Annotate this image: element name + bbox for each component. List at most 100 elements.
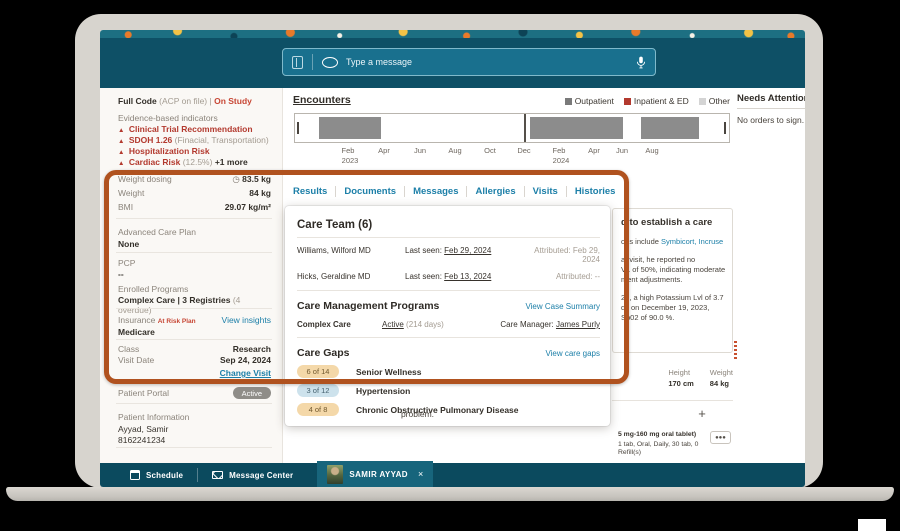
more-indicators-link[interactable]: +1 more — [215, 157, 248, 167]
warning-icon: ▲ — [118, 149, 125, 156]
last-seen-link[interactable]: Feb 29, 2024 — [444, 246, 491, 255]
encounters-title: Encounters — [293, 94, 351, 106]
view-care-gaps-link[interactable]: View care gaps — [545, 349, 600, 358]
weight-dosing-row: Weight dosing ◷ 83.5 kg — [118, 174, 271, 184]
divider — [116, 308, 272, 309]
outpatient-swatch — [564, 97, 572, 105]
incruse-link[interactable]: Incruse — [699, 237, 724, 246]
care-mgmt-row: Complex Care Active (214 days) Care Mana… — [297, 320, 600, 329]
needs-attention-panel: Needs Attention ( No orders to sign. — [737, 93, 805, 125]
care-gap-row[interactable]: 6 of 14 Senior Wellness — [297, 365, 600, 378]
care-team-title: Care Team (6) — [297, 219, 373, 231]
care-overview-card: Care Team (6) Williams, Wilford MD Last … — [285, 206, 610, 426]
app-header — [100, 38, 805, 88]
tab-allergies[interactable]: Allergies — [467, 186, 525, 197]
program-status-link[interactable]: Active — [382, 320, 404, 329]
divider — [116, 339, 272, 340]
summary-line: Sp02 of 90.0 %. — [621, 313, 675, 322]
insurance-value: Medicare — [118, 327, 155, 337]
add-button[interactable]: + — [694, 406, 710, 422]
portal-status-badge: Active — [232, 387, 271, 399]
divider — [312, 54, 313, 70]
at-risk-flag: At Risk Plan — [157, 318, 196, 325]
summary-line: at visit, he reported no — [621, 255, 696, 264]
visit-date-row: Visit Date Sep 24, 2024 — [118, 355, 271, 365]
care-team-row[interactable]: Hicks, Geraldine MD Last seen: Feb 13, 2… — [297, 272, 600, 281]
change-visit-row: Change Visit — [118, 368, 271, 378]
change-visit-link[interactable]: Change Visit — [220, 368, 271, 378]
patient-name: Ayyad, Samir — [118, 424, 169, 434]
chat-bubble-icon — [322, 56, 338, 68]
vitals-row: Height 170 cm Weight 84 kg — [612, 368, 733, 388]
divider — [297, 237, 600, 238]
symbicort-link[interactable]: Symbicort, — [661, 237, 696, 246]
med-menu-button[interactable]: ●●● — [710, 431, 731, 444]
divider — [297, 290, 600, 291]
tab-histories[interactable]: Histories — [567, 186, 624, 197]
panel-toggle-icon[interactable] — [292, 55, 303, 69]
divider — [297, 337, 600, 338]
legend-outpatient: Outpatient — [564, 96, 614, 106]
indicator-hospitalization[interactable]: ▲ Hospitalization Risk — [118, 146, 271, 156]
year-label: 2023 — [341, 156, 359, 165]
patient-phone: 8162241234 — [118, 435, 166, 445]
message-input[interactable] — [346, 57, 636, 67]
divider — [116, 218, 272, 219]
summary-line: ment adjustments. — [621, 275, 683, 284]
indicator-clinical-trial[interactable]: ▲ Clinical Trial Recommendation — [118, 124, 271, 134]
patient-avatar — [327, 464, 344, 484]
on-study-flag[interactable]: On Study — [214, 96, 252, 106]
app-screen: Full Code (ACP on file) | On Study Evide… — [100, 30, 805, 487]
indicator-sdoh[interactable]: ▲ SDOH 1.26 (Finacial, Transportation) — [118, 135, 271, 145]
tab-results[interactable]: Results — [293, 186, 337, 197]
inpatient-swatch — [623, 97, 631, 105]
message-bar[interactable] — [282, 48, 656, 76]
programs-label: Enrolled Programs — [118, 284, 189, 294]
microphone-icon[interactable] — [636, 56, 646, 69]
laptop-base — [6, 487, 894, 501]
scroll-indicator[interactable] — [734, 341, 737, 361]
view-case-summary-link[interactable]: View Case Summary — [525, 302, 600, 311]
patient-tab[interactable]: SAMIR AYYAD × — [317, 461, 434, 487]
chart-tabs: Results Documents Messages Allergies Vis… — [293, 186, 623, 197]
month-label: Jun — [615, 146, 629, 155]
insurance-row: Insurance At Risk Plan View insights — [118, 315, 271, 325]
patient-portal-row: Patient Portal Active — [118, 387, 271, 399]
care-manager-link[interactable]: James Purly — [556, 320, 600, 329]
encounter-bar[interactable] — [530, 117, 623, 139]
tab-documents[interactable]: Documents — [336, 186, 406, 197]
message-center-button[interactable]: Message Center — [198, 463, 307, 487]
tab-messages[interactable]: Messages — [405, 186, 468, 197]
code-status: Full Code — [118, 96, 157, 106]
care-team-row[interactable]: Williams, Wilford MD Last seen: Feb 29, … — [297, 246, 600, 264]
summary-line: 23, a high Potassium Lvl of 3.7 — [621, 293, 724, 302]
schedule-button[interactable]: Schedule — [100, 463, 197, 487]
care-gaps-title: Care Gaps — [297, 347, 350, 359]
acp-value: None — [118, 239, 140, 249]
legend-inpatient-ed: Inpatient & ED — [623, 96, 689, 106]
class-row: Class Research — [118, 344, 271, 354]
divider — [612, 400, 733, 401]
close-tab-icon[interactable]: × — [418, 469, 423, 479]
pcp-value: -- — [118, 269, 124, 279]
care-gap-row[interactable]: 3 of 12 Hypertension — [297, 384, 600, 397]
month-label: Aug — [645, 146, 659, 155]
clock-icon: ◷ — [232, 174, 240, 184]
year-label: 2024 — [552, 156, 570, 165]
programs-value: Complex Care | 3 Registries (4 overdue) — [118, 295, 241, 315]
divider — [116, 447, 272, 448]
encounters-timeline[interactable] — [294, 113, 730, 143]
needs-attention-title: Needs Attention ( — [737, 93, 805, 109]
summary-line: ons include Symbicort, Incruse — [621, 237, 724, 246]
medication-row[interactable]: 5 mg-160 mg oral tablet) 1 tab, Oral, Da… — [612, 426, 733, 463]
encounter-bar[interactable] — [641, 117, 699, 139]
last-seen-link[interactable]: Feb 13, 2024 — [444, 272, 491, 281]
indicator-cardiac[interactable]: ▲ Cardiac Risk (12.5%) +1 more — [118, 157, 271, 167]
summary-line: ds on December 19, 2023, — [621, 303, 710, 312]
summary-heading: d to establish a care — [621, 217, 713, 228]
view-insights-link[interactable]: View insights — [222, 315, 271, 325]
acp-note: (ACP on file) | — [159, 96, 212, 106]
summary-line: V1 of 50%, indicating moderate — [621, 265, 726, 274]
tab-visits[interactable]: Visits — [525, 186, 567, 197]
encounter-bar[interactable] — [319, 117, 381, 139]
